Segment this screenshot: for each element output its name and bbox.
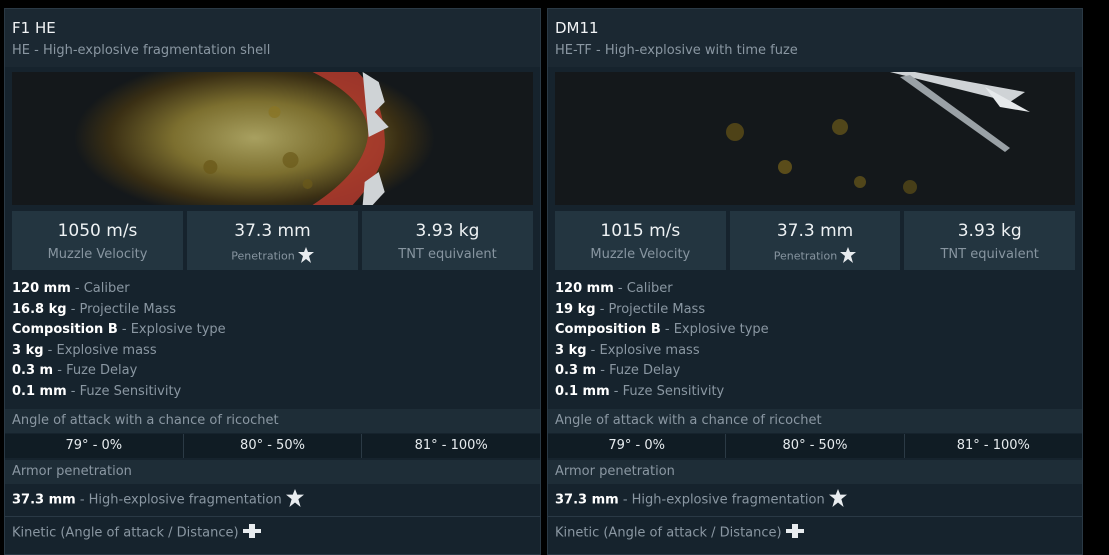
stat-boxes: 1050 m/s Muzzle Velocity 37.3 mm Penetra… — [12, 211, 533, 270]
divider — [5, 516, 540, 517]
property-list: 120 mm - Caliber 19 kg - Projectile Mass… — [555, 279, 769, 403]
shell-title: F1 HE — [12, 19, 56, 37]
shell-impact-preview — [555, 72, 1075, 205]
shell-subtitle: HE-TF - High-explosive with time fuze — [555, 43, 798, 58]
stat-label: Muzzle Velocity — [590, 247, 691, 262]
armor-penetration-row: 37.3 mm - High-explosive fragmentation — [555, 489, 847, 511]
prop-projectile-mass: 16.8 kg - Projectile Mass — [12, 301, 177, 317]
ricochet-cell: 79° - 0% — [548, 434, 727, 458]
prop-fuze-sensitivity: 0.1 mm - Fuze Sensitivity — [12, 383, 182, 399]
stat-muzzle-velocity: 1050 m/s Muzzle Velocity — [12, 211, 183, 270]
prop-explosive-mass: 3 kg - Explosive mass — [12, 342, 157, 358]
ricochet-table: 79° - 0% 80° - 50% 81° - 100% — [5, 434, 540, 458]
prop-projectile-mass: 19 kg - Projectile Mass — [555, 301, 706, 317]
stat-tnt-equivalent: 3.93 kg TNT equivalent — [904, 211, 1076, 270]
card-header: DM11 HE-TF - High-explosive with time fu… — [548, 9, 1082, 67]
armor-section-header: Armor penetration — [548, 460, 1082, 484]
ricochet-cell: 81° - 100% — [956, 438, 1030, 453]
stat-label: TNT equivalent — [940, 247, 1039, 262]
stat-label-wrap: Penetration — [730, 247, 901, 266]
stat-value: 3.93 kg — [415, 221, 480, 241]
kinetic-row[interactable]: Kinetic (Angle of attack / Distance) — [12, 524, 261, 542]
ricochet-cell: 80° - 50% — [726, 434, 905, 458]
prop-explosive-type: Composition B - Explosive type — [12, 322, 226, 338]
ammo-card-f1-he: F1 HE HE - High-explosive fragmentation … — [4, 8, 541, 555]
stat-boxes: 1015 m/s Muzzle Velocity 37.3 mm Penetra… — [555, 211, 1076, 270]
stat-label: Penetration — [773, 249, 838, 263]
stat-label: Muzzle Velocity — [47, 247, 148, 262]
prop-explosive-type: Composition B - Explosive type — [555, 322, 769, 338]
stat-penetration: 37.3 mm Penetration — [187, 211, 358, 270]
explosion-icon — [285, 489, 304, 511]
shell-impact-preview — [12, 72, 533, 205]
prop-explosive-mass: 3 kg - Explosive mass — [555, 342, 700, 358]
shell-icon — [785, 524, 804, 542]
ricochet-table: 79° - 0% 80° - 50% 81° - 100% — [548, 434, 1082, 458]
ricochet-section-header: Angle of attack with a chance of ricoche… — [5, 409, 540, 433]
prop-fuze-delay: 0.3 m - Fuze Delay — [12, 363, 138, 379]
ricochet-cell: 79° - 0% — [5, 434, 184, 458]
stat-value: 3.93 kg — [957, 221, 1022, 241]
ammo-card-dm11: DM11 HE-TF - High-explosive with time fu… — [547, 8, 1083, 555]
divider — [548, 516, 1082, 517]
stat-value: 37.3 mm — [234, 221, 311, 241]
kinetic-row[interactable]: Kinetic (Angle of attack / Distance) — [555, 524, 804, 542]
stat-value: 1050 m/s — [57, 221, 138, 241]
stat-label: TNT equivalent — [398, 247, 497, 262]
armor-penetration-row: 37.3 mm - High-explosive fragmentation — [12, 489, 304, 511]
explosion-icon — [840, 247, 857, 266]
explosion-icon — [828, 489, 847, 511]
card-header: F1 HE HE - High-explosive fragmentation … — [5, 9, 540, 67]
explosion-icon — [297, 247, 314, 266]
armor-section-header: Armor penetration — [5, 460, 540, 484]
prop-fuze-delay: 0.3 m - Fuze Delay — [555, 363, 681, 379]
stat-muzzle-velocity: 1015 m/s Muzzle Velocity — [555, 211, 726, 270]
shell-icon — [242, 524, 261, 542]
property-list: 120 mm - Caliber 16.8 kg - Projectile Ma… — [12, 279, 226, 403]
prop-caliber: 120 mm - Caliber — [12, 281, 130, 296]
shell-subtitle: HE - High-explosive fragmentation shell — [12, 43, 271, 58]
ricochet-section-header: Angle of attack with a chance of ricoche… — [548, 409, 1082, 433]
ricochet-cell: 81° - 100% — [414, 438, 488, 453]
stat-value: 37.3 mm — [776, 221, 854, 241]
prop-caliber: 120 mm - Caliber — [555, 281, 673, 296]
stat-penetration: 37.3 mm Penetration — [729, 211, 901, 270]
stat-value: 1015 m/s — [600, 221, 681, 241]
stat-tnt-equivalent: 3.93 kg TNT equivalent — [362, 211, 533, 270]
prop-fuze-sensitivity: 0.1 mm - Fuze Sensitivity — [555, 383, 725, 399]
ricochet-cell: 80° - 50% — [184, 434, 363, 458]
shell-title: DM11 — [555, 19, 599, 37]
stat-label-wrap: Penetration — [187, 247, 358, 266]
stat-label: Penetration — [231, 249, 295, 263]
